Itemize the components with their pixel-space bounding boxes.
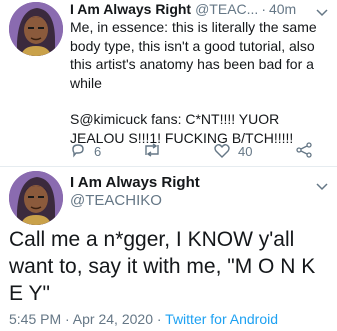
share-button[interactable] xyxy=(296,142,312,161)
chevron-down-icon[interactable] xyxy=(316,4,328,22)
tweet-1-actions: 6 40 xyxy=(70,142,325,161)
tweet-2-meta: 5:45 PM · Apr 24, 2020 · Twitter for And… xyxy=(9,311,278,327)
share-icon xyxy=(296,142,312,161)
author-handle[interactable]: @TEACHIKO xyxy=(70,192,200,210)
tweet-2-text: Call me a n*gger, I KNOW y'all want to, … xyxy=(9,228,316,305)
tweet-1-text: Me, in essence: this is literally the sa… xyxy=(70,18,330,147)
tweet-2-header: I Am Always Right @TEACHIKO xyxy=(70,174,200,210)
like-count: 40 xyxy=(238,144,253,159)
author-name[interactable]: I Am Always Right xyxy=(70,0,191,18)
retweet-button[interactable] xyxy=(142,143,214,160)
tweet-1-header: I Am Always Right @TEAC... · 40m xyxy=(70,0,330,18)
chevron-down-icon[interactable] xyxy=(316,178,328,196)
separator-dot: · xyxy=(261,1,266,17)
retweet-icon xyxy=(142,143,162,160)
reply-icon xyxy=(70,142,86,161)
heart-icon xyxy=(214,143,230,161)
source-link[interactable]: Twitter for Android xyxy=(165,311,278,327)
reply-button[interactable]: 6 xyxy=(70,142,142,161)
timestamp[interactable]: 5:45 PM · Apr 24, 2020 · xyxy=(9,311,165,327)
avatar[interactable] xyxy=(9,2,63,56)
tweet-1-content: I Am Always Right @TEAC... · 40m Me, in … xyxy=(70,0,330,147)
author-name[interactable]: I Am Always Right xyxy=(70,174,200,192)
avatar[interactable] xyxy=(9,171,63,225)
reply-count: 6 xyxy=(94,144,102,159)
author-handle[interactable]: @TEAC... xyxy=(195,0,258,18)
divider xyxy=(0,166,337,167)
like-button[interactable]: 40 xyxy=(214,143,296,161)
tweet-1-paragraph-1: Me, in essence: this is literally the sa… xyxy=(70,19,317,91)
tweet-time[interactable]: 40m xyxy=(269,0,296,18)
